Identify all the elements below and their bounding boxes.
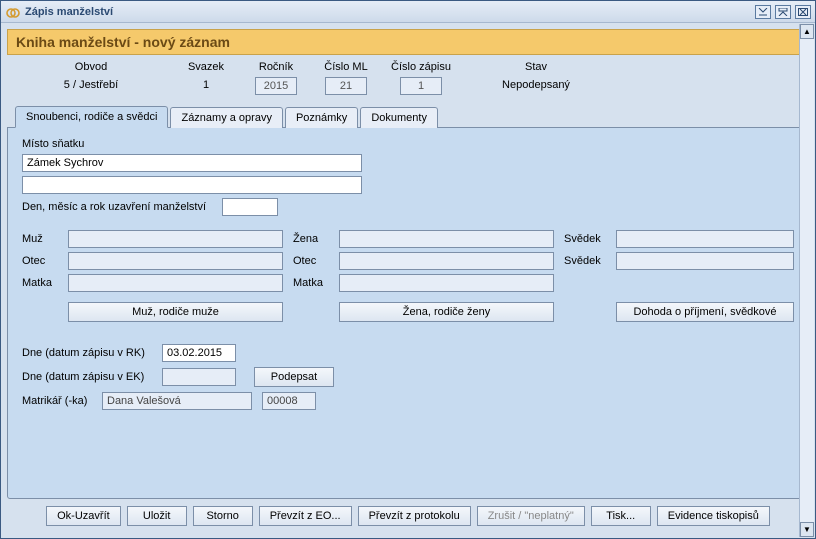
misto-snatku-line2[interactable] [22, 176, 362, 194]
svedek2-input[interactable] [616, 252, 794, 270]
cislozap-value[interactable]: 1 [400, 77, 442, 95]
cisloml-value[interactable]: 21 [325, 77, 367, 95]
window-restore-down-icon[interactable] [755, 5, 771, 19]
zena-input[interactable] [339, 230, 554, 248]
dne-rk-input[interactable] [162, 344, 236, 362]
dne-ek-input[interactable] [162, 368, 236, 386]
zena-matka-label: Matka [293, 277, 339, 289]
muz-input[interactable] [68, 230, 283, 248]
rocnik-value[interactable]: 2015 [255, 77, 297, 95]
tab-dokumenty[interactable]: Dokumenty [360, 107, 438, 128]
cisloml-label: Číslo ML [317, 61, 375, 73]
dne-rk-label: Dne (datum zápisu v RK) [22, 347, 162, 359]
zena-otec-input[interactable] [339, 252, 554, 270]
svedek1-label: Svědek [564, 233, 616, 245]
datum-uzavreni-input[interactable] [222, 198, 278, 216]
stav-value: Nepodepsaný [467, 77, 605, 93]
muz-rodice-button[interactable]: Muž, rodiče muže [68, 302, 283, 322]
footer-fields: Dne (datum zápisu v RK) Dne (datum zápis… [22, 344, 794, 410]
scroll-down-icon[interactable]: ▼ [800, 522, 814, 537]
zena-label: Žena [293, 233, 339, 245]
window-maximize-icon[interactable] [775, 5, 791, 19]
podepsat-button[interactable]: Podepsat [254, 367, 334, 387]
dne-ek-label: Dne (datum zápisu v EK) [22, 371, 162, 383]
tab-body: Místo sňatku Den, měsíc a rok uzavření m… [7, 127, 809, 499]
record-header: Obvod 5 / Jestřebí Svazek 1 Ročník 2015 … [7, 59, 809, 99]
zena-rodice-button[interactable]: Žena, rodiče ženy [339, 302, 554, 322]
rocnik-label: Ročník [247, 61, 305, 73]
misto-snatku-line1[interactable] [22, 154, 362, 172]
dohoda-button[interactable]: Dohoda o příjmení, svědkové [616, 302, 794, 322]
window-close-icon[interactable] [795, 5, 811, 19]
page-banner: Kniha manželství - nový záznam [7, 29, 809, 55]
save-button[interactable]: Uložit [127, 506, 187, 526]
evidence-tiskopisu-button[interactable]: Evidence tiskopisů [657, 506, 770, 526]
tab-poznamky[interactable]: Poznámky [285, 107, 358, 128]
datum-uzavreni-label: Den, měsíc a rok uzavření manželství [22, 201, 222, 213]
tab-strip: Snoubenci, rodiče a svědci Záznamy a opr… [7, 105, 809, 127]
matrikar-name-input[interactable] [102, 392, 252, 410]
window-title: Zápis manželství [25, 6, 755, 18]
obvod-value: 5 / Jestřebí [17, 77, 165, 93]
tab-zaznamy[interactable]: Záznamy a opravy [170, 107, 282, 128]
content-area: Kniha manželství - nový záznam Obvod 5 /… [1, 23, 815, 538]
muz-matka-input[interactable] [68, 274, 283, 292]
app-window: Zápis manželství Kniha manželství - nový… [0, 0, 816, 539]
scroll-up-icon[interactable]: ▲ [800, 24, 814, 39]
muz-matka-label: Matka [22, 277, 68, 289]
prevzit-protokol-button[interactable]: Převzít z protokolu [358, 506, 471, 526]
button-bar: Ok-Uzavřít Uložit Storno Převzít z EO...… [7, 499, 809, 532]
cislozap-label: Číslo zápisu [387, 61, 455, 73]
rings-icon [5, 4, 21, 20]
muz-otec-input[interactable] [68, 252, 283, 270]
obvod-label: Obvod [17, 61, 165, 73]
zena-otec-label: Otec [293, 255, 339, 267]
svazek-value: 1 [177, 77, 235, 93]
ok-button[interactable]: Ok-Uzavřít [46, 506, 121, 526]
matrikar-code-input[interactable] [262, 392, 316, 410]
tab-snoubenci[interactable]: Snoubenci, rodiče a svědci [15, 106, 168, 128]
party-button-row: Muž, rodiče muže Žena, rodiče ženy Dohod… [22, 302, 794, 322]
muz-label: Muž [22, 233, 68, 245]
svedek2-label: Svědek [564, 255, 616, 267]
parties-group: Muž Otec Matka Žena [22, 230, 794, 296]
muz-otec-label: Otec [22, 255, 68, 267]
tisk-button[interactable]: Tisk... [591, 506, 651, 526]
storno-button[interactable]: Storno [193, 506, 253, 526]
prevzit-eo-button[interactable]: Převzít z EO... [259, 506, 352, 526]
zena-matka-input[interactable] [339, 274, 554, 292]
misto-snatku-label: Místo sňatku [22, 138, 88, 150]
stav-label: Stav [467, 61, 605, 73]
svedek1-input[interactable] [616, 230, 794, 248]
zrusit-button[interactable]: Zrušit / "neplatný" [477, 506, 585, 526]
titlebar: Zápis manželství [1, 1, 815, 23]
svazek-label: Svazek [177, 61, 235, 73]
vertical-scrollbar[interactable]: ▲ ▼ [799, 24, 814, 537]
matrikar-label: Matrikář (-ka) [22, 395, 102, 407]
